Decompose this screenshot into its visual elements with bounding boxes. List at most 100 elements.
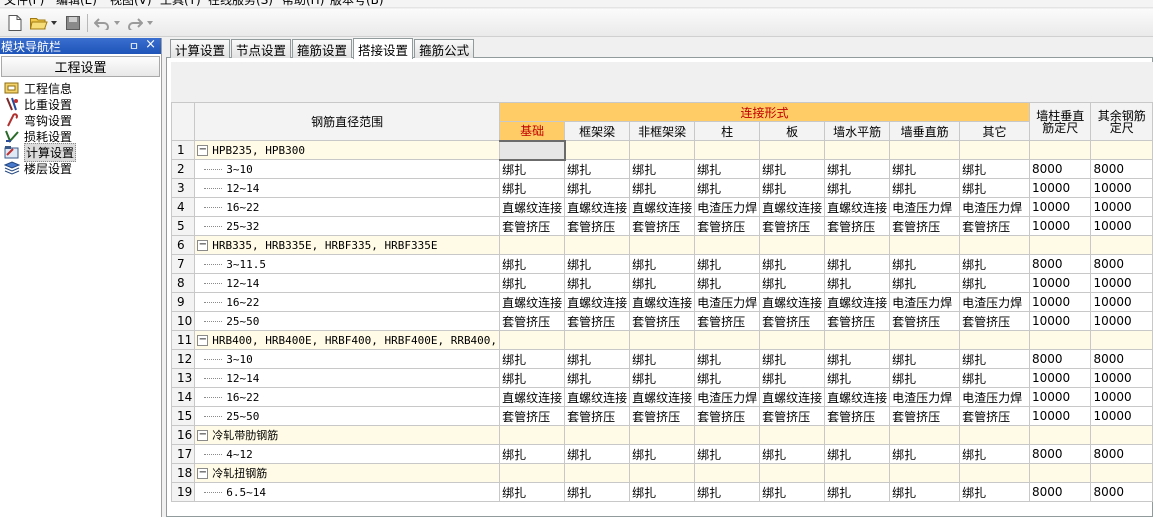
wall-column-fixed-length-cell[interactable]: 10000 [1028, 216, 1092, 236]
connection-cell[interactable]: 绑扎 [889, 349, 961, 369]
connection-cell[interactable]: 电渣压力焊 [959, 197, 1030, 217]
connection-cell[interactable]: 直螺纹连接 [499, 387, 566, 407]
wall-column-fixed-length-cell[interactable]: 10000 [1028, 292, 1092, 312]
connection-cell[interactable]: 绑扎 [564, 159, 631, 179]
connection-cell[interactable]: 绑扎 [499, 254, 566, 274]
connection-cell[interactable]: 绑扎 [694, 368, 761, 388]
table-row[interactable]: 7 3~11.5 绑扎 绑扎 绑扎 绑扎 绑扎 绑扎 绑扎 绑扎 8000 8000 [170, 254, 1153, 274]
connection-cell[interactable]: 绑扎 [824, 254, 891, 274]
connection-cell[interactable]: 绑扎 [694, 349, 761, 369]
redo-dropdown-icon[interactable] [146, 13, 154, 33]
table-row[interactable]: 19 6.5~14 绑扎 绑扎 绑扎 绑扎 绑扎 绑扎 绑扎 绑扎 8000 8000 [170, 482, 1153, 502]
other-fixed-length-cell[interactable]: 10000 [1090, 178, 1153, 198]
connection-cell[interactable] [824, 330, 891, 350]
other-fixed-length-cell[interactable] [1090, 463, 1153, 483]
connection-cell[interactable] [889, 463, 961, 483]
connection-cell[interactable]: 绑扎 [759, 482, 826, 502]
dropdown-arrow-icon[interactable] [50, 13, 58, 33]
connection-cell[interactable] [629, 425, 696, 445]
connection-cell[interactable] [694, 330, 761, 350]
table-row[interactable]: 5 25~32 套管挤压 套管挤压 套管挤压 套管挤压 套管挤压 套管挤压 套管挤压 套管挤压 10… [170, 216, 1153, 236]
connection-cell[interactable]: 套管挤压 [629, 406, 696, 426]
connection-cell[interactable]: 直螺纹连接 [564, 197, 631, 217]
connection-cell[interactable]: 绑扎 [564, 482, 631, 502]
connection-cell[interactable]: 直螺纹连接 [824, 292, 891, 312]
wall-column-fixed-length-cell[interactable]: 10000 [1028, 311, 1092, 331]
connection-cell[interactable]: 套管挤压 [499, 311, 566, 331]
close-icon[interactable]: × [145, 37, 156, 52]
connection-cell[interactable] [499, 330, 566, 350]
connection-cell[interactable] [499, 139, 566, 161]
other-fixed-length-cell[interactable]: 8000 [1090, 349, 1153, 369]
connection-cell[interactable]: 绑扎 [629, 368, 696, 388]
connection-cell[interactable] [759, 330, 826, 350]
other-fixed-length-cell[interactable] [1090, 330, 1153, 350]
connection-cell[interactable]: 套管挤压 [499, 406, 566, 426]
table-row[interactable]: 17 4~12 绑扎 绑扎 绑扎 绑扎 绑扎 绑扎 绑扎 绑扎 8000 8000 [170, 444, 1153, 464]
wall-column-fixed-length-cell[interactable]: 10000 [1028, 178, 1092, 198]
other-fixed-length-cell[interactable] [1090, 235, 1153, 255]
connection-cell[interactable] [959, 330, 1030, 350]
connection-cell[interactable]: 直螺纹连接 [499, 292, 566, 312]
connection-cell[interactable]: 绑扎 [629, 178, 696, 198]
connection-cell[interactable] [564, 330, 631, 350]
menu-edit[interactable]: 编辑(E) [56, 0, 97, 7]
wall-column-fixed-length-cell[interactable]: 8000 [1028, 482, 1092, 502]
nav-item-calc-settings[interactable]: 计算设置 [0, 142, 161, 162]
connection-cell[interactable]: 绑扎 [564, 178, 631, 198]
collapse-toggle-icon[interactable]: − [197, 145, 209, 156]
connection-cell[interactable] [759, 235, 826, 255]
connection-cell[interactable]: 绑扎 [694, 178, 761, 198]
connection-cell[interactable] [629, 330, 696, 350]
connection-cell[interactable] [694, 235, 761, 255]
undo-dropdown-icon[interactable] [113, 13, 121, 33]
connection-cell[interactable]: 直螺纹连接 [499, 197, 566, 217]
connection-cell[interactable]: 电渣压力焊 [694, 387, 761, 407]
connection-cell[interactable] [499, 235, 566, 255]
wall-column-fixed-length-cell[interactable]: 8000 [1028, 254, 1092, 274]
connection-cell[interactable] [694, 140, 761, 160]
connection-cell[interactable]: 电渣压力焊 [959, 292, 1030, 312]
connection-cell[interactable]: 绑扎 [959, 273, 1030, 293]
connection-cell[interactable]: 绑扎 [959, 254, 1030, 274]
wall-column-fixed-length-cell[interactable]: 8000 [1028, 159, 1092, 179]
connection-cell[interactable]: 直螺纹连接 [824, 387, 891, 407]
table-row[interactable]: 8 12~14 绑扎 绑扎 绑扎 绑扎 绑扎 绑扎 绑扎 绑扎 10000 10000 [170, 273, 1153, 293]
connection-cell[interactable]: 直螺纹连接 [759, 387, 826, 407]
connection-cell[interactable]: 套管挤压 [759, 216, 826, 236]
wall-column-fixed-length-cell[interactable] [1028, 235, 1092, 255]
menu-file[interactable]: 文件(F) [4, 0, 44, 7]
wall-column-fixed-length-cell[interactable] [1028, 140, 1092, 160]
connection-cell[interactable]: 套管挤压 [824, 311, 891, 331]
connection-cell[interactable]: 绑扎 [499, 368, 566, 388]
wall-column-fixed-length-cell[interactable]: 8000 [1028, 349, 1092, 369]
connection-cell[interactable] [824, 140, 891, 160]
other-fixed-length-cell[interactable]: 8000 [1090, 159, 1153, 179]
connection-cell[interactable]: 套管挤压 [694, 216, 761, 236]
connection-cell[interactable]: 套管挤压 [694, 311, 761, 331]
connection-cell[interactable]: 绑扎 [824, 368, 891, 388]
connection-cell[interactable]: 套管挤压 [759, 406, 826, 426]
connection-cell[interactable] [499, 425, 566, 445]
wall-column-fixed-length-cell[interactable]: 8000 [1028, 444, 1092, 464]
other-fixed-length-cell[interactable]: 10000 [1090, 406, 1153, 426]
connection-cell[interactable]: 套管挤压 [629, 311, 696, 331]
connection-cell[interactable]: 绑扎 [629, 273, 696, 293]
wall-column-fixed-length-cell[interactable]: 10000 [1028, 368, 1092, 388]
connection-cell[interactable]: 绑扎 [694, 159, 761, 179]
connection-cell[interactable]: 绑扎 [959, 444, 1030, 464]
nav-item-hook[interactable]: 弯钩设置 [0, 112, 161, 128]
open-folder-icon[interactable] [29, 13, 49, 33]
connection-cell[interactable]: 绑扎 [959, 368, 1030, 388]
other-fixed-length-cell[interactable]: 10000 [1090, 216, 1153, 236]
nav-item-floor[interactable]: 楼层设置 [0, 160, 161, 176]
connection-cell[interactable]: 直螺纹连接 [564, 387, 631, 407]
connection-cell[interactable]: 电渣压力焊 [959, 387, 1030, 407]
connection-cell[interactable]: 绑扎 [694, 482, 761, 502]
new-file-icon[interactable] [6, 13, 24, 33]
connection-cell[interactable]: 套管挤压 [824, 216, 891, 236]
connection-cell[interactable]: 直螺纹连接 [824, 197, 891, 217]
connection-cell[interactable]: 绑扎 [959, 178, 1030, 198]
connection-cell[interactable] [564, 140, 631, 160]
collapse-toggle-icon[interactable]: − [197, 468, 209, 479]
